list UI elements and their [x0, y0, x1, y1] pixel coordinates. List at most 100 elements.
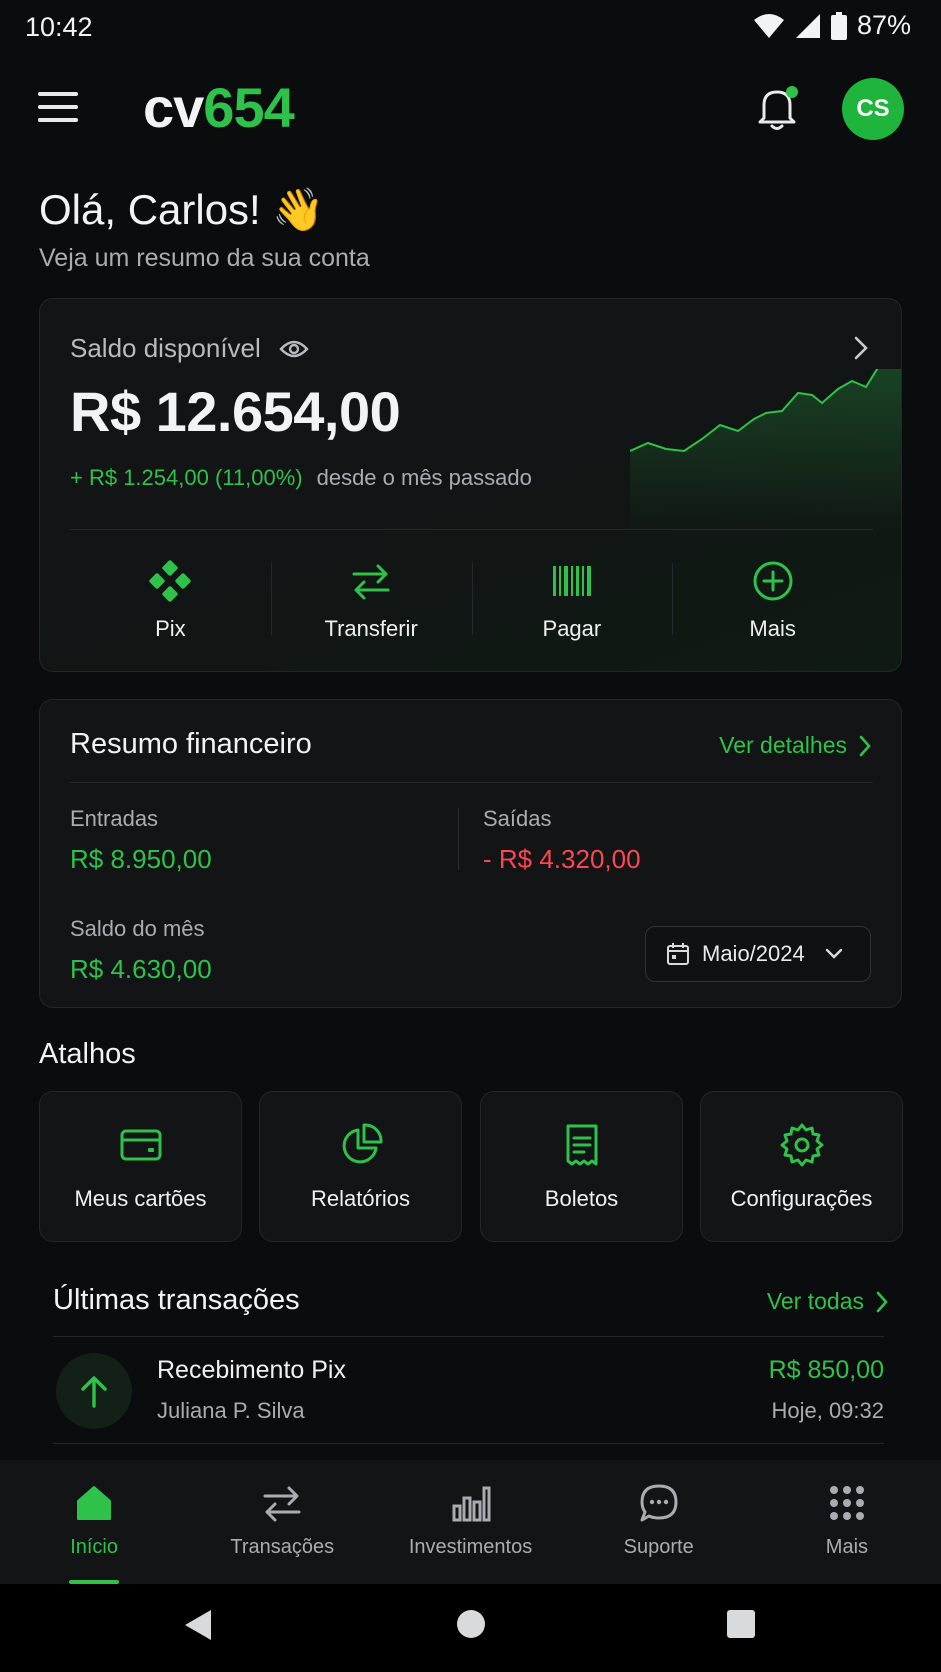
- back-icon[interactable]: [183, 1608, 213, 1642]
- recents-icon[interactable]: [726, 1609, 756, 1639]
- financial-summary-card: Resumo financeiro Ver detalhes Entradas …: [39, 699, 902, 1008]
- transactions-view-all-link[interactable]: Ver todas: [767, 1288, 888, 1315]
- transaction-counterparty: Juliana P. Silva: [157, 1398, 305, 1423]
- quick-action-label: Pagar: [542, 616, 602, 641]
- balance-value: R$ 12.654,00: [70, 380, 401, 443]
- quick-action-pix[interactable]: Pix: [70, 531, 271, 671]
- month-balance-value: R$ 4.630,00: [70, 954, 212, 984]
- quick-action-pay[interactable]: Pagar: [471, 531, 673, 671]
- divider: [458, 808, 459, 870]
- nav-label: Suporte: [623, 1536, 694, 1558]
- pie-chart-icon: [342, 1122, 383, 1163]
- nav-item-transactions[interactable]: Transações: [188, 1460, 376, 1584]
- chevron-down-icon: [825, 948, 842, 959]
- status-time: 10:42: [25, 12, 93, 42]
- avatar[interactable]: CS: [842, 78, 904, 140]
- system-navigation-bar: [0, 1584, 941, 1672]
- chevron-right-icon[interactable]: [853, 335, 869, 361]
- summary-details-label: Ver detalhes: [719, 732, 847, 758]
- balance-label-row: Saldo disponível: [70, 333, 309, 364]
- home-icon: [77, 1486, 112, 1520]
- battery-icon: [830, 11, 847, 40]
- greeting-title: Olá, Carlos! 👋: [39, 186, 325, 233]
- quick-action-transfer[interactable]: Transferir: [270, 531, 472, 671]
- quick-action-label: Mais: [749, 616, 796, 641]
- menu-icon[interactable]: [38, 92, 78, 122]
- shortcut-label: Configurações: [730, 1185, 873, 1211]
- quick-action-label: Transferir: [324, 616, 418, 641]
- balance-change-row: + R$ 1.254,00 (11,00%) desde o mês passad…: [70, 465, 532, 491]
- expense-value: - R$ 4.320,00: [483, 844, 641, 874]
- balance-change: + R$ 1.254,00 (11,00%): [70, 465, 303, 490]
- nav-item-home[interactable]: Início: [0, 1460, 188, 1584]
- expense-label: Saídas: [483, 806, 552, 831]
- shortcut-label: Relatórios: [310, 1185, 411, 1211]
- transactions-title: Últimas transações: [53, 1284, 300, 1316]
- transaction-time: Hoje, 09:32: [771, 1398, 884, 1423]
- calendar-icon: [667, 943, 689, 965]
- balance-change-period: desde o mês passado: [316, 465, 532, 490]
- shortcut-label: Meus cartões: [74, 1185, 207, 1211]
- quick-action-label: Pix: [155, 616, 186, 641]
- battery-level: 87%: [856, 10, 911, 40]
- divider: [70, 529, 873, 530]
- chevron-right-icon: [876, 1291, 888, 1312]
- home-button-icon[interactable]: [456, 1609, 486, 1639]
- shortcuts-title: Atalhos: [39, 1038, 136, 1070]
- divider: [53, 1443, 884, 1444]
- shortcut-label: Boletos: [544, 1185, 619, 1211]
- transfer-icon: [352, 564, 390, 600]
- nav-label: Transações: [230, 1536, 335, 1558]
- transaction-amount: R$ 850,00: [768, 1356, 884, 1384]
- logo-text-part2: 654: [203, 76, 294, 139]
- pix-icon: [149, 560, 192, 602]
- divider: [70, 782, 873, 783]
- shortcut-settings[interactable]: Configurações: [700, 1091, 903, 1242]
- summary-title: Resumo financeiro: [70, 728, 312, 760]
- nav-label: Mais: [825, 1536, 869, 1558]
- bottom-navigation: Início Transações Investimentos Suporte …: [0, 1460, 941, 1584]
- barcode-icon: [552, 566, 591, 596]
- shortcut-bills[interactable]: Boletos: [480, 1091, 683, 1242]
- nav-item-support[interactable]: Suporte: [565, 1460, 753, 1584]
- month-select-value: Maio/2024: [702, 941, 805, 966]
- balance-sparkline: [630, 369, 901, 529]
- bar-chart-icon: [452, 1486, 490, 1522]
- summary-details-link[interactable]: Ver detalhes: [719, 732, 871, 759]
- month-select[interactable]: Maio/2024: [645, 926, 871, 982]
- nav-label: Início: [70, 1536, 118, 1558]
- shortcut-reports[interactable]: Relatórios: [259, 1091, 462, 1242]
- income-label: Entradas: [70, 806, 159, 831]
- transfer-icon: [263, 1486, 301, 1522]
- quick-actions: Pix Transferir Pagar Mais: [70, 531, 873, 671]
- status-icons: 87%: [753, 10, 911, 41]
- month-balance-label: Saldo do mês: [70, 916, 205, 941]
- balance-label: Saldo disponível: [70, 333, 261, 363]
- gear-icon: [780, 1123, 823, 1166]
- divider: [53, 1336, 884, 1337]
- card-icon: [120, 1129, 161, 1160]
- shortcut-cards[interactable]: Meus cartões: [39, 1091, 242, 1242]
- transaction-icon: [56, 1353, 132, 1429]
- nav-item-more[interactable]: Mais: [753, 1460, 941, 1584]
- grid-icon: [829, 1486, 864, 1520]
- nav-label: Investimentos: [408, 1536, 533, 1558]
- eye-icon[interactable]: [279, 339, 309, 359]
- app-logo: cv654: [143, 76, 295, 140]
- income-value: R$ 8.950,00: [70, 844, 212, 874]
- logo-text-part1: cv: [143, 76, 204, 139]
- greeting-subtitle: Veja um resumo da sua conta: [39, 244, 370, 272]
- wifi-icon: [753, 13, 784, 38]
- transaction-name[interactable]: Recebimento Pix: [157, 1356, 346, 1385]
- arrow-up-icon: [81, 1376, 107, 1408]
- bell-icon[interactable]: [755, 84, 799, 132]
- view-all-label: Ver todas: [766, 1288, 864, 1314]
- chevron-right-icon: [859, 735, 871, 756]
- receipt-icon: [566, 1124, 597, 1165]
- quick-action-more[interactable]: Mais: [672, 531, 873, 671]
- chat-icon: [640, 1484, 678, 1522]
- plus-circle-icon: [753, 561, 793, 601]
- nav-item-investments[interactable]: Investimentos: [376, 1460, 564, 1584]
- signal-icon: [795, 13, 820, 38]
- balance-card[interactable]: Saldo disponível R$ 12.654,00 + R$ 1.254…: [39, 298, 902, 672]
